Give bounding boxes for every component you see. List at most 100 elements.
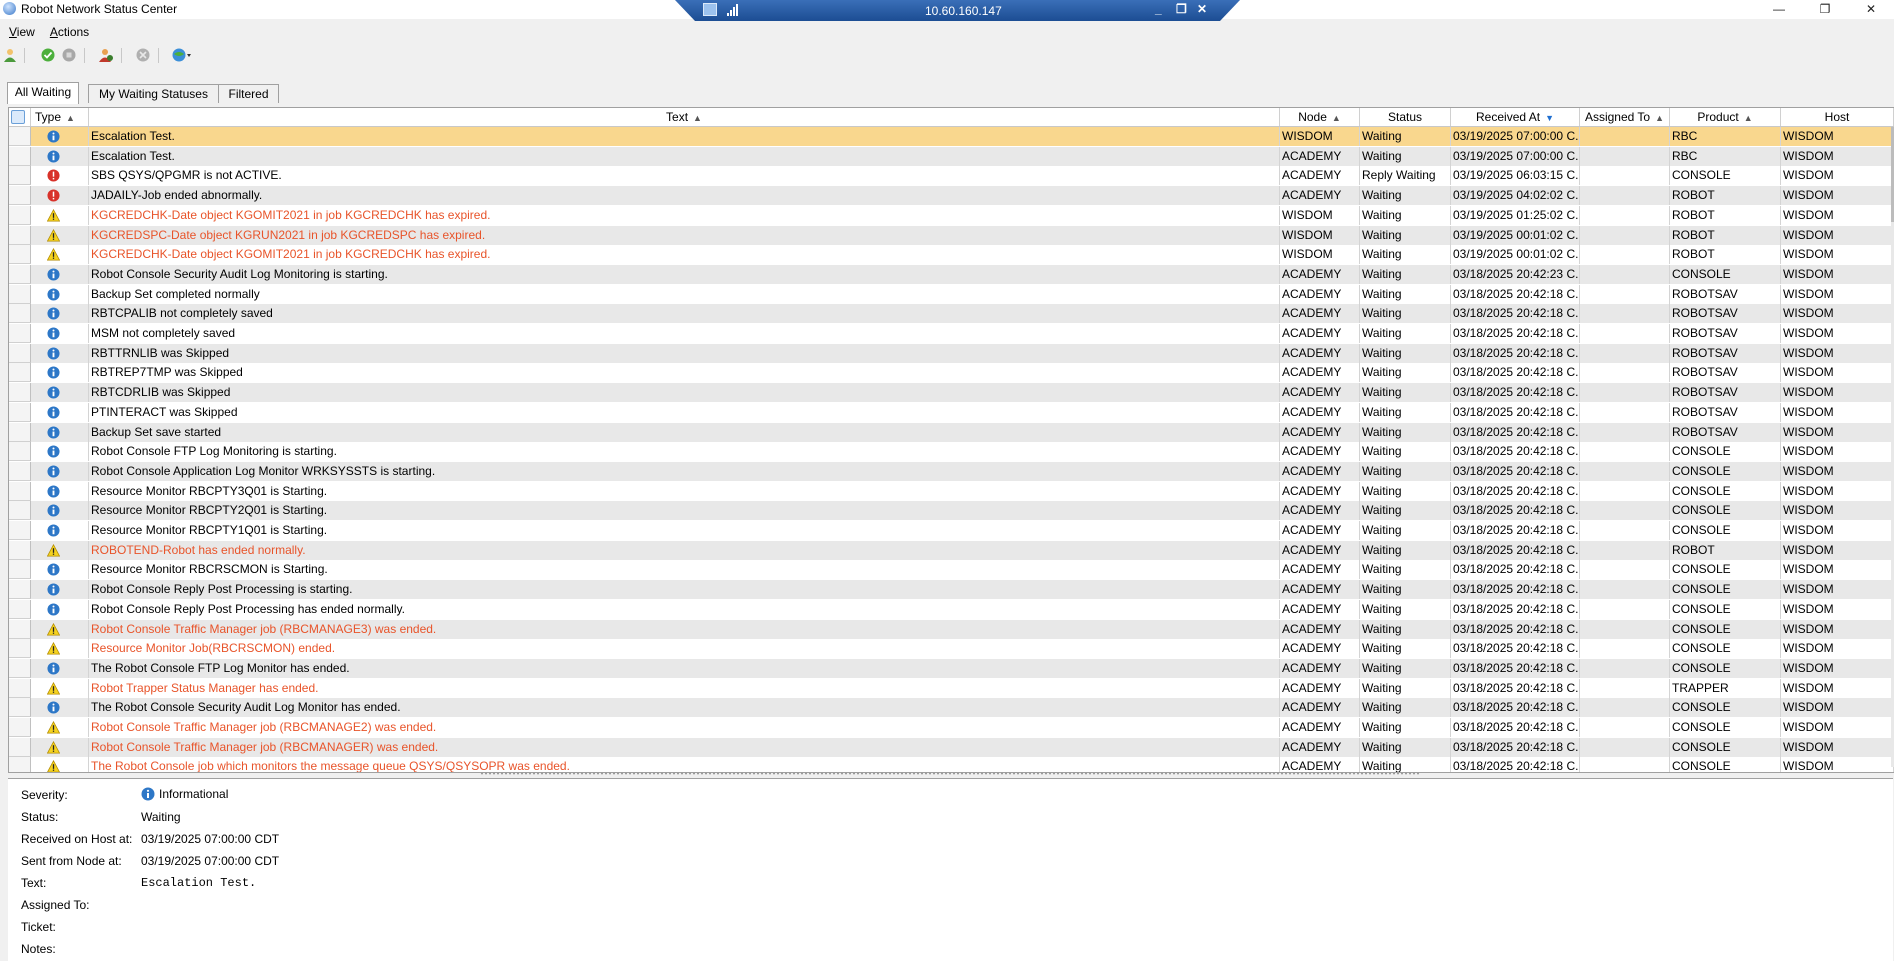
refresh-icon[interactable] xyxy=(11,110,25,124)
row-header[interactable] xyxy=(9,264,31,284)
row-header[interactable] xyxy=(9,225,31,245)
table-row[interactable]: RBTCPALIB not completely saved ACADEMY Wai… xyxy=(9,304,1894,324)
table-row[interactable]: The Robot Console FTP Log Monitor has en… xyxy=(9,658,1894,678)
row-header[interactable] xyxy=(9,442,31,462)
globe-icon[interactable] xyxy=(172,48,192,62)
column-header-host[interactable]: Host xyxy=(1781,108,1894,126)
splitter-grip[interactable] xyxy=(480,772,1420,775)
check-icon[interactable] xyxy=(41,48,55,62)
close-button[interactable]: ✕ xyxy=(1848,0,1894,19)
row-header[interactable] xyxy=(9,658,31,678)
row-header[interactable] xyxy=(9,284,31,304)
status-grid[interactable]: Type ▲ Text ▲ Node ▲ Status Received At ▼ As… xyxy=(8,107,1894,773)
table-row[interactable]: Resource Monitor RBCPTY1Q01 is Starting.… xyxy=(9,521,1894,540)
table-row[interactable]: ROBOTEND-Robot has ended normally. ACADEM… xyxy=(9,540,1894,560)
table-row[interactable]: Backup Set completed normally ACADEMY Wait… xyxy=(9,284,1894,304)
row-header[interactable] xyxy=(9,619,31,639)
table-row[interactable]: RBTCDRLIB was Skipped ACADEMY Waiting 03/18… xyxy=(9,383,1894,403)
table-row[interactable]: Escalation Test. ACADEMY Waiting 03/19/2025… xyxy=(9,146,1894,166)
row-header[interactable] xyxy=(9,422,31,442)
row-header[interactable] xyxy=(9,324,31,343)
tab-all-waiting[interactable]: All Waiting xyxy=(7,82,79,104)
tab-filtered[interactable]: Filtered xyxy=(218,84,279,103)
column-header-type[interactable]: Type ▲ xyxy=(31,108,89,126)
row-header[interactable] xyxy=(9,599,31,619)
row-header[interactable] xyxy=(9,560,31,580)
row-header[interactable] xyxy=(9,383,31,403)
table-row[interactable]: Robot Console Traffic Manager job (RBCMA… xyxy=(9,718,1894,737)
column-header-text[interactable]: Text ▲ xyxy=(89,108,1280,126)
row-header[interactable] xyxy=(9,461,31,481)
table-row[interactable]: SBS QSYS/QPGMR is not ACTIVE. ACADEMY Repl… xyxy=(9,166,1894,186)
refresh-header-cell[interactable] xyxy=(9,108,31,126)
table-row[interactable]: RBTREP7TMP was Skipped ACADEMY Waiting 03/1… xyxy=(9,363,1894,383)
table-row[interactable]: Robot Console Traffic Manager job (RBCMA… xyxy=(9,619,1894,639)
table-row[interactable]: KGCREDSPC-Date object KGRUN2021 in job K… xyxy=(9,225,1894,245)
remote-restore-button[interactable]: ❐ xyxy=(1176,2,1187,16)
table-row[interactable]: Robot Trapper Status Manager has ended. A… xyxy=(9,678,1894,698)
row-header[interactable] xyxy=(9,245,31,265)
remote-close-button[interactable]: ✕ xyxy=(1197,2,1207,16)
table-row[interactable]: Resource Monitor RBCPTY3Q01 is Starting.… xyxy=(9,481,1894,501)
row-header[interactable] xyxy=(9,304,31,324)
cell-received: 03/18/2025 20:42:18 C... xyxy=(1451,560,1580,580)
row-header[interactable] xyxy=(9,698,31,718)
row-header[interactable] xyxy=(9,146,31,166)
row-header[interactable] xyxy=(9,363,31,383)
cell-text: Backup Set save started xyxy=(89,422,1280,442)
table-row[interactable]: Resource Monitor RBCRSCMON is Starting. A… xyxy=(9,560,1894,580)
row-header[interactable] xyxy=(9,166,31,186)
user-icon[interactable] xyxy=(3,48,17,62)
remote-minimize-button[interactable]: _ xyxy=(1155,2,1162,16)
table-row[interactable]: Robot Console FTP Log Monitoring is star… xyxy=(9,442,1894,462)
pin-icon[interactable] xyxy=(703,3,717,16)
column-header-received-at[interactable]: Received At ▼ xyxy=(1451,108,1580,126)
row-header[interactable] xyxy=(9,757,31,772)
row-header[interactable] xyxy=(9,205,31,225)
agent-icon[interactable] xyxy=(99,48,113,62)
row-header[interactable] xyxy=(9,639,31,659)
table-row[interactable]: Resource Monitor Job(RBCRSCMON) ended. AC… xyxy=(9,639,1894,659)
row-header[interactable] xyxy=(9,540,31,560)
table-row[interactable]: RBTTRNLIB was Skipped ACADEMY Waiting 03/18… xyxy=(9,343,1894,363)
table-row[interactable]: Escalation Test. WISDOM Waiting 03/19/2025 … xyxy=(9,127,1894,146)
menu-actions[interactable]: Actions xyxy=(41,24,95,42)
table-row[interactable]: KGCREDCHK-Date object KGOMIT2021 in job … xyxy=(9,205,1894,225)
table-row[interactable]: Resource Monitor RBCPTY2Q01 is Starting.… xyxy=(9,501,1894,521)
tab-my-waiting-statuses[interactable]: My Waiting Statuses xyxy=(88,84,219,103)
table-row[interactable]: The Robot Console job which monitors the… xyxy=(9,757,1894,772)
row-header[interactable] xyxy=(9,343,31,363)
cancel-icon[interactable] xyxy=(136,48,150,62)
row-header[interactable] xyxy=(9,580,31,600)
column-header-status[interactable]: Status xyxy=(1360,108,1451,126)
table-row[interactable]: Robot Console Traffic Manager job (RBCMA… xyxy=(9,737,1894,757)
row-header[interactable] xyxy=(9,718,31,737)
table-row[interactable]: The Robot Console Security Audit Log Mon… xyxy=(9,698,1894,718)
column-header-product[interactable]: Product ▲ xyxy=(1670,108,1781,126)
stop-icon[interactable] xyxy=(62,48,76,62)
table-row[interactable]: MSM not completely saved ACADEMY Waiting 03… xyxy=(9,324,1894,343)
remote-connection-bar[interactable]: 10.60.160.147 _ ❐ ✕ xyxy=(675,0,1240,22)
table-row[interactable]: Robot Console Security Audit Log Monitor… xyxy=(9,264,1894,284)
table-row[interactable]: Robot Console Reply Post Processing is s… xyxy=(9,580,1894,600)
table-row[interactable]: JADAILY-Job ended abnormally. ACADEMY Wait… xyxy=(9,186,1894,206)
row-header[interactable] xyxy=(9,481,31,501)
column-header-node[interactable]: Node ▲ xyxy=(1280,108,1360,126)
row-header[interactable] xyxy=(9,737,31,757)
table-row[interactable]: KGCREDCHK-Date object KGOMIT2021 in job … xyxy=(9,245,1894,265)
table-row[interactable]: PTINTERACT was Skipped ACADEMY Waiting 03/1… xyxy=(9,402,1894,422)
row-header[interactable] xyxy=(9,501,31,521)
row-header[interactable] xyxy=(9,402,31,422)
table-row[interactable]: Robot Console Reply Post Processing has … xyxy=(9,599,1894,619)
restore-button[interactable]: ❐ xyxy=(1802,0,1848,19)
row-header[interactable] xyxy=(9,678,31,698)
table-row[interactable]: Backup Set save started ACADEMY Waiting 03/… xyxy=(9,422,1894,442)
minimize-button[interactable]: — xyxy=(1756,0,1802,19)
row-header[interactable] xyxy=(9,521,31,540)
column-header-assigned-to[interactable]: Assigned To ▲ xyxy=(1580,108,1670,126)
row-header[interactable] xyxy=(9,186,31,206)
row-header[interactable] xyxy=(9,127,31,146)
cell-status: Waiting xyxy=(1360,383,1451,403)
table-row[interactable]: Robot Console Application Log Monitor WR… xyxy=(9,461,1894,481)
menu-view[interactable]: View xyxy=(0,24,41,42)
